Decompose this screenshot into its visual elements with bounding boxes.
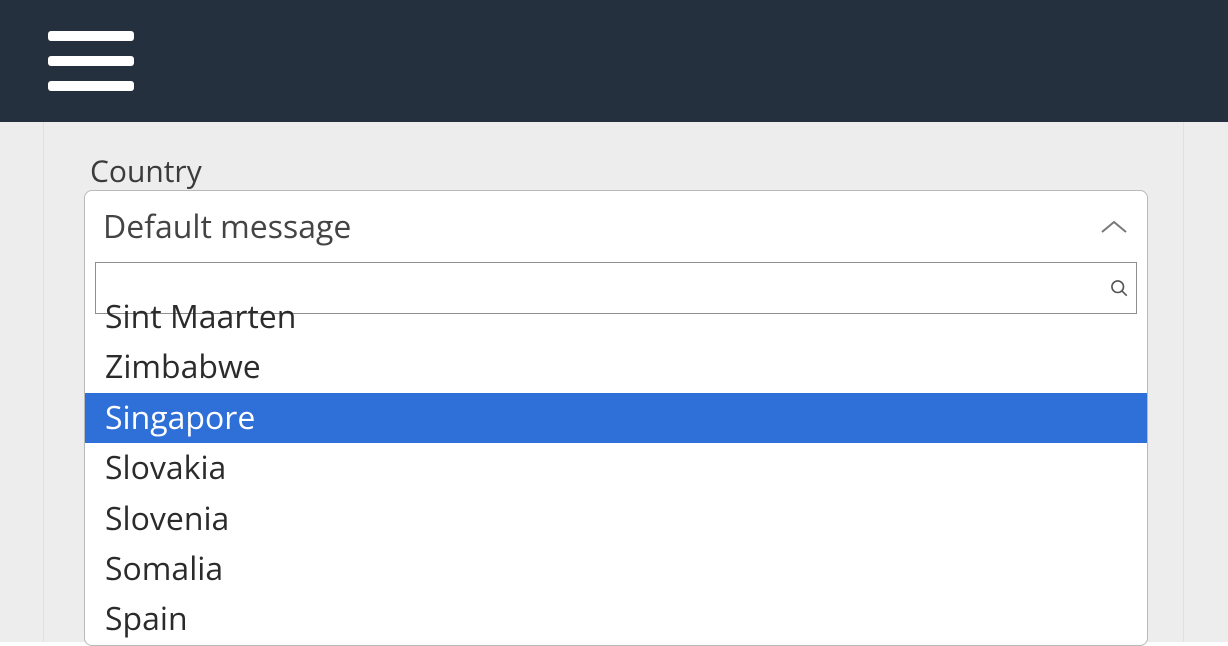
country-select-header[interactable]: Default message bbox=[85, 191, 1147, 262]
gutter-right bbox=[1183, 122, 1228, 642]
country-option[interactable]: Somalia bbox=[85, 544, 1147, 594]
hamburger-bar-icon bbox=[48, 56, 134, 66]
menu-hamburger-button[interactable] bbox=[48, 31, 134, 91]
top-bar bbox=[0, 0, 1228, 122]
country-option[interactable]: Spain bbox=[85, 594, 1147, 644]
country-option[interactable]: Slovenia bbox=[85, 494, 1147, 544]
country-select[interactable]: Default message Sint Maarten Zimbabwe Si… bbox=[84, 190, 1148, 646]
country-option[interactable]: Slovakia bbox=[85, 443, 1147, 493]
page-body: Country Default message Sint Maarten Zim bbox=[0, 122, 1228, 642]
hamburger-bar-icon bbox=[48, 31, 134, 41]
gutter-left bbox=[0, 122, 44, 642]
search-icon bbox=[1110, 270, 1128, 306]
country-select-value: Default message bbox=[103, 205, 351, 248]
hamburger-bar-icon bbox=[48, 81, 134, 91]
form-panel: Country Default message Sint Maarten Zim bbox=[44, 122, 1183, 642]
country-option-selected[interactable]: Singapore bbox=[85, 393, 1147, 443]
country-field-label: Country bbox=[90, 150, 202, 191]
country-option[interactable]: Zimbabwe bbox=[85, 342, 1147, 392]
country-options-list[interactable]: Sint Maarten Zimbabwe Singapore Slovakia… bbox=[85, 298, 1147, 645]
chevron-up-icon bbox=[1099, 218, 1129, 236]
